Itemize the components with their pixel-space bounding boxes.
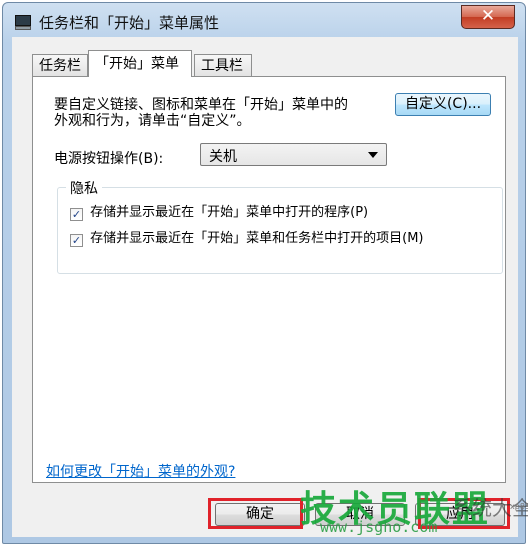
close-button[interactable]: ✕ <box>461 5 515 29</box>
recent-programs-option[interactable]: ✓ 存储并显示最近在「开始」菜单中打开的程序(P) <box>70 201 368 221</box>
window-title: 任务栏和「开始」菜单属性 <box>39 14 220 32</box>
recent-items-checkbox[interactable]: ✓ <box>70 234 83 247</box>
taskbar-app-icon <box>15 15 31 30</box>
title-bar[interactable]: 任务栏和「开始」菜单属性 ✕ <box>3 3 525 39</box>
tab-taskbar[interactable]: 任务栏 <box>32 54 88 76</box>
appearance-help-link[interactable]: 如何更改「开始」菜单的外观? <box>46 461 235 481</box>
recent-programs-checkbox[interactable]: ✓ <box>70 208 83 221</box>
privacy-group: 隐私 ✓ 存储并显示最近在「开始」菜单中打开的程序(P) ✓ 存储并显示最近在「… <box>57 178 503 274</box>
chevron-down-icon <box>368 152 378 158</box>
power-button-select[interactable]: 关机 <box>200 143 387 166</box>
description-line: 外观和行为，请单击“自定义”。 <box>54 113 251 129</box>
cancel-button[interactable]: 取消 <box>315 503 405 526</box>
close-icon: ✕ <box>480 6 496 26</box>
recent-programs-label: 存储并显示最近在「开始」菜单中打开的程序(P) <box>90 205 369 220</box>
recent-items-option[interactable]: ✓ 存储并显示最近在「开始」菜单和任务栏中打开的项目(M) <box>70 227 424 247</box>
dialog-client-area: 任务栏 「开始」菜单 工具栏 要自定义链接、图标和菜单在「开始」菜单中的 外观和… <box>12 37 518 537</box>
power-button-value: 关机 <box>209 149 237 165</box>
privacy-group-title: 隐私 <box>66 178 102 198</box>
recent-items-label: 存储并显示最近在「开始」菜单和任务栏中打开的项目(M) <box>90 231 424 246</box>
power-button-label: 电源按钮操作(B): <box>54 151 164 167</box>
properties-window: 任务栏和「开始」菜单属性 ✕ 任务栏 「开始」菜单 工具栏 要自定义链接、图标和… <box>2 2 526 544</box>
tab-start-menu[interactable]: 「开始」菜单 <box>88 50 192 77</box>
ok-button[interactable]: 确定 <box>215 503 305 526</box>
customize-description: 要自定义链接、图标和菜单在「开始」菜单中的 外观和行为，请单击“自定义”。 <box>54 97 384 129</box>
description-line: 要自定义链接、图标和菜单在「开始」菜单中的 <box>54 97 348 113</box>
customize-button[interactable]: 自定义(C)... <box>395 93 491 116</box>
tab-toolbars[interactable]: 工具栏 <box>194 54 252 76</box>
start-menu-panel: 要自定义链接、图标和菜单在「开始」菜单中的 外观和行为，请单击“自定义”。 自定… <box>32 76 506 483</box>
apply-button[interactable]: 应用 <box>415 503 505 526</box>
